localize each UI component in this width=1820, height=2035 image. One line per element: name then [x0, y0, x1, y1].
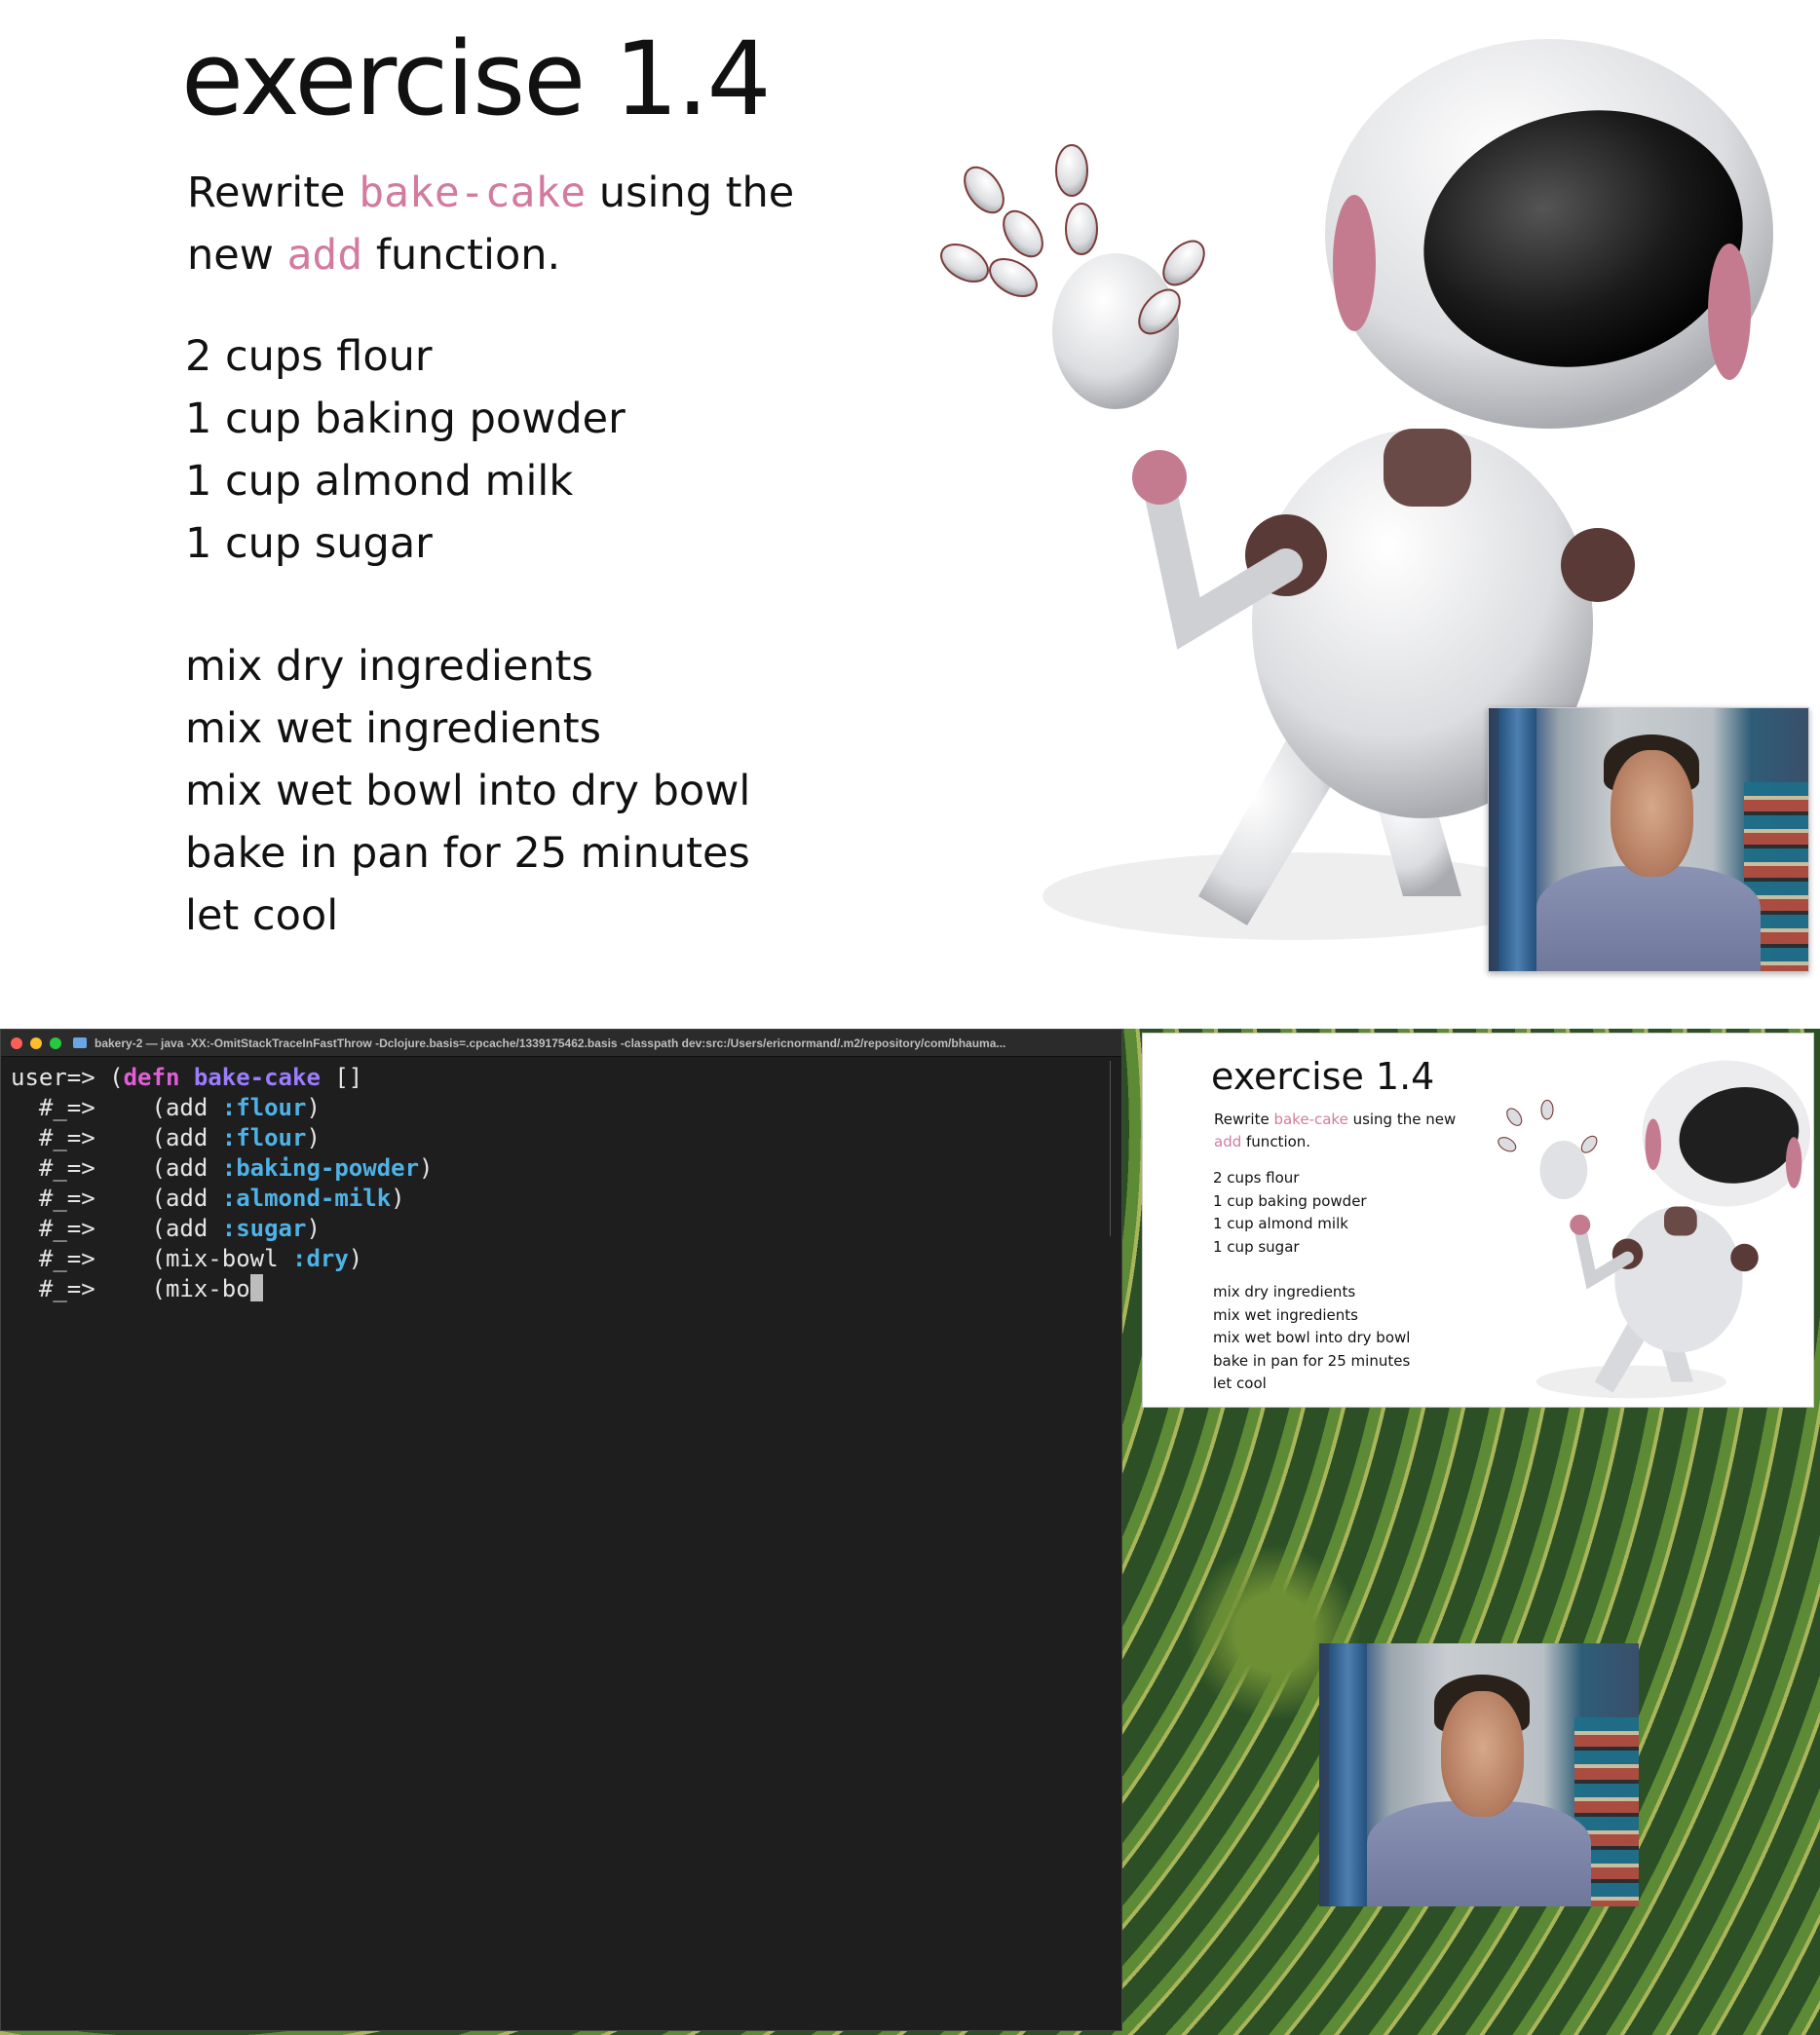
robot-illustration-icon [1498, 1060, 1810, 1399]
slide-intro: Rewrite bake-cake using the new add func… [187, 162, 889, 286]
code-add: add [286, 231, 363, 280]
repl-output[interactable]: user=> (defn bake-cake [] #_=> (add :flo… [1, 1057, 1121, 1310]
folder-icon [73, 1037, 87, 1048]
step-item: let cool [1213, 1375, 1267, 1392]
repl-line: user=> (defn bake-cake [] [11, 1063, 1112, 1093]
step-item: mix dry ingredients [185, 642, 593, 691]
code-paren: ) [391, 1185, 405, 1212]
code-special-form: defn [123, 1064, 180, 1091]
code-paren: ) [306, 1094, 321, 1121]
repl-prompt: #_=> [11, 1185, 152, 1212]
repl-prompt: user=> [11, 1064, 110, 1091]
code-call: (add [151, 1094, 222, 1121]
step-item: let cool [185, 891, 339, 940]
code-call: (add [151, 1185, 222, 1212]
webcam-presenter-icon [1319, 1643, 1639, 1906]
step-list: mix dry ingredients mix wet ingredients … [185, 635, 750, 947]
repl-line: #_=> (add :flour) [11, 1093, 1112, 1123]
code-paren: ( [109, 1064, 124, 1091]
repl-line: #_=> (add :almond-milk) [11, 1184, 1112, 1214]
ingredient-item: 1 cup almond milk [185, 457, 574, 506]
step-item: mix wet ingredients [1213, 1305, 1358, 1324]
ingredient-item: 2 cups flour [185, 332, 433, 381]
step-item: bake in pan for 25 minutes [1213, 1351, 1411, 1370]
step-item: bake in pan for 25 minutes [185, 829, 750, 878]
code-keyword: :flour [221, 1094, 307, 1121]
webcam-presenter-icon [1488, 707, 1809, 972]
mini-slide-intro: Rewrite bake-cake using the new add func… [1214, 1109, 1467, 1153]
minimize-dot-icon[interactable] [30, 1036, 42, 1049]
repl-input-line[interactable]: #_=> (mix-bo [11, 1274, 1112, 1304]
code-add: add [1214, 1133, 1242, 1150]
code-call: (mix-bowl [151, 1245, 292, 1272]
mini-ingredient-list: 2 cups flour 1 cup baking powder 1 cup a… [1213, 1167, 1367, 1259]
code-paren: ) [419, 1154, 434, 1182]
code-keyword: :baking-powder [221, 1154, 420, 1182]
ingredient-item: 1 cup almond milk [1213, 1215, 1348, 1232]
repl-line: #_=> (add :flour) [11, 1123, 1112, 1153]
repl-prompt: #_=> [11, 1275, 152, 1302]
code-bake-cake: bake-cake [359, 169, 587, 217]
mini-slide-title: exercise 1.4 [1211, 1055, 1435, 1098]
code-paren: ) [306, 1124, 321, 1151]
step-item: mix wet bowl into dry bowl [185, 767, 751, 815]
code-call: (add [151, 1215, 222, 1242]
step-item: mix dry ingredients [1213, 1283, 1356, 1300]
slide-title: exercise 1.4 [181, 19, 772, 138]
close-dot-icon[interactable] [11, 1036, 22, 1049]
code-paren: ) [306, 1215, 321, 1242]
repl-prompt: #_=> [11, 1245, 152, 1272]
presentation-slide: exercise 1.4 Rewrite bake-cake using the… [0, 0, 1820, 1023]
ingredient-item: 1 cup baking powder [1213, 1191, 1367, 1210]
repl-line: #_=> (mix-bowl :dry) [11, 1244, 1112, 1274]
intro-text: using the new [1347, 1111, 1457, 1128]
code-call: (add [151, 1124, 222, 1151]
ingredient-item: 2 cups flour [1213, 1169, 1300, 1187]
ingredient-item: 1 cup sugar [1213, 1237, 1300, 1256]
repl-line: #_=> (add :sugar) [11, 1214, 1112, 1244]
code-args: [] [320, 1064, 363, 1091]
mini-step-list: mix dry ingredients mix wet ingredients … [1213, 1281, 1410, 1396]
code-paren: ) [348, 1245, 363, 1272]
code-keyword: :dry [292, 1245, 349, 1272]
intro-text: Rewrite [1214, 1111, 1274, 1128]
ingredient-item: 1 cup sugar [185, 519, 433, 568]
terminal-scrollbar[interactable] [1110, 1061, 1119, 1236]
repl-input[interactable]: (mix-bo [152, 1275, 250, 1302]
text-cursor [249, 1274, 263, 1301]
slide-preview-window[interactable]: exercise 1.4 Rewrite bake-cake using the… [1142, 1033, 1814, 1408]
repl-prompt: #_=> [11, 1094, 152, 1121]
repl-prompt: #_=> [11, 1124, 152, 1151]
repl-prompt: #_=> [11, 1215, 152, 1242]
ingredient-list: 2 cups flour 1 cup baking powder 1 cup a… [185, 325, 626, 575]
code-fn-name: bake-cake [193, 1064, 321, 1091]
code-call: (add [151, 1154, 222, 1182]
code-keyword: :flour [221, 1124, 307, 1151]
code-bake-cake: bake-cake [1273, 1111, 1348, 1128]
terminal-title: bakery-2 — java -XX:-OmitStackTraceInFas… [95, 1036, 1006, 1050]
ingredient-item: 1 cup baking powder [185, 395, 626, 443]
repl-prompt: #_=> [11, 1154, 152, 1182]
intro-text: function. [1241, 1133, 1311, 1150]
intro-text: function. [362, 231, 561, 280]
terminal-window[interactable]: bakery-2 — java -XX:-OmitStackTraceInFas… [0, 1029, 1122, 2031]
step-item: mix wet bowl into dry bowl [1213, 1329, 1411, 1346]
step-item: mix wet ingredients [185, 704, 601, 753]
terminal-titlebar[interactable]: bakery-2 — java -XX:-OmitStackTraceInFas… [1, 1030, 1121, 1057]
zoom-dot-icon[interactable] [50, 1036, 61, 1049]
repl-line: #_=> (add :baking-powder) [11, 1153, 1112, 1184]
code-keyword: :sugar [221, 1215, 307, 1242]
code-keyword: :almond-milk [221, 1185, 392, 1212]
intro-text: Rewrite [187, 169, 360, 217]
